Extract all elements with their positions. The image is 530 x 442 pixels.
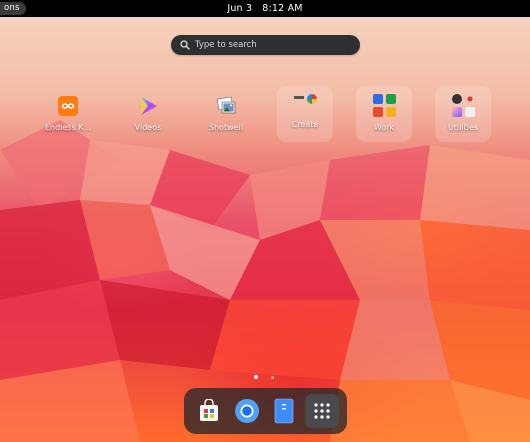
dock-chromium[interactable] [230,394,264,428]
files-icon [275,398,294,424]
clock[interactable]: Jun 3 8:12 AM [227,3,302,14]
folder-utilities-icon [451,94,475,117]
videos-icon [141,97,157,115]
folder-create[interactable]: Create [277,86,333,142]
endless-key-icon [58,96,78,116]
folder-create-icon [293,94,317,106]
app-label: Endless K... [44,123,92,132]
dock-app-grid[interactable] [305,394,340,428]
shotwell-icon [217,96,236,114]
app-videos[interactable]: Videos [120,86,176,142]
app-label: Shotwell [208,123,244,132]
app-endless-key[interactable]: Endless K... [40,86,96,142]
page-dot-active[interactable] [254,375,258,379]
search-input[interactable]: Type to search [195,40,257,50]
folder-utilities[interactable]: Utilities [435,86,491,142]
activities-label: ons [4,3,20,13]
clock-time: 8:12 AM [262,3,303,14]
app-label: Work [373,123,395,132]
page-indicator [254,375,274,379]
app-label: Utilities [447,123,479,132]
dock-software-store[interactable] [192,394,226,428]
folder-work[interactable]: Work [356,86,412,142]
search-icon [180,40,190,50]
clock-date: Jun 3 [227,3,253,14]
software-store-icon [199,399,218,421]
search-bar[interactable]: Type to search [171,35,360,55]
dock [184,388,347,434]
page-dot[interactable] [271,375,274,379]
chromium-icon [234,399,259,423]
dock-files[interactable] [267,394,301,428]
top-bar: ons Jun 3 8:12 AM [0,0,530,17]
app-label: Create [291,120,319,129]
activities-button[interactable]: ons [0,2,26,15]
app-shotwell[interactable]: Shotwell [198,86,254,142]
app-grid-icon [314,403,330,419]
folder-work-icon [372,94,396,117]
app-label: Videos [134,123,162,132]
